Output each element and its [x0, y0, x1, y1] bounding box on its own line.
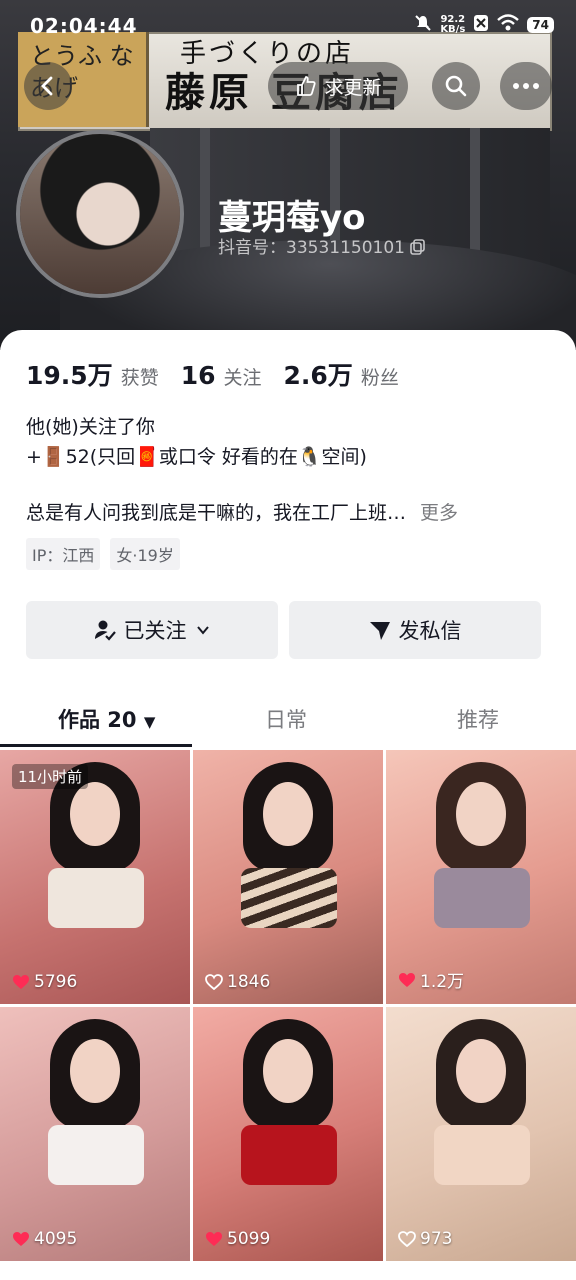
search-icon — [445, 75, 467, 97]
time-badge: 11小时前 — [12, 764, 89, 789]
stat-likes-num: 19.5万 — [26, 361, 113, 390]
tab-works-label: 作品 20 — [58, 708, 137, 732]
likes-count: 4095 — [12, 1229, 77, 1249]
tab-works[interactable]: 作品 20 ▼ — [58, 704, 155, 734]
stat-following-num: 16 — [180, 361, 216, 390]
battery-indicator: 74 — [527, 16, 554, 33]
bio: 他(她)关注了你 +🚪52(只回🧧或口令 好看的在🐧空间) — [26, 412, 367, 472]
likes-value: 1.2万 — [420, 972, 465, 992]
tag-gender-age: 女·19岁 — [110, 538, 180, 570]
more-button[interactable] — [500, 62, 552, 110]
back-button[interactable] — [24, 62, 72, 110]
likes-count: 5796 — [12, 972, 77, 992]
stat-likes-label: 获赞 — [120, 367, 159, 389]
video-thumb[interactable]: 11小时前 5796 — [0, 750, 190, 1004]
video-thumb[interactable]: 973 — [386, 1007, 576, 1261]
caret-down-icon: ▼ — [143, 713, 156, 731]
person-check-icon — [94, 620, 116, 641]
content-tabs: 作品 20 ▼ 日常 推荐 — [0, 688, 576, 748]
likes-count: 1846 — [205, 972, 270, 992]
bio-follows-you: 他(她)关注了你 — [26, 416, 155, 438]
avatar[interactable] — [16, 130, 184, 298]
status-bar: 02:04:44 92.2 KB/s 74 — [0, 12, 576, 42]
likes-value: 5796 — [34, 972, 78, 992]
video-thumb[interactable]: 1846 — [193, 750, 383, 1004]
stat-followers[interactable]: 2.6万 粉丝 — [284, 356, 399, 392]
likes-value: 973 — [420, 1229, 453, 1249]
tab-recommend[interactable]: 推荐 — [457, 704, 499, 734]
profile-name: 蔓玥莓yo — [218, 198, 366, 238]
chevron-down-icon — [196, 626, 209, 635]
thumb-icon — [297, 76, 317, 96]
stat-following-label: 关注 — [223, 367, 262, 389]
description: 总是有人问我到底是干嘛的，我在工厂上班… 更多 — [26, 498, 458, 525]
request-update-label: 求更新 — [324, 76, 382, 99]
profile-stats: 19.5万 获赞 16 关注 2.6万 粉丝 — [26, 356, 399, 392]
net-speed: 92.2 KB/s — [440, 14, 466, 35]
heart-outline-icon — [205, 974, 223, 990]
request-update-button[interactable]: 求更新 — [268, 62, 408, 110]
send-icon — [369, 622, 390, 640]
description-more-link[interactable]: 更多 — [420, 502, 458, 524]
stat-following[interactable]: 16 关注 — [181, 361, 262, 390]
stat-followers-label: 粉丝 — [360, 367, 399, 389]
net-speed-unit: KB/s — [440, 23, 466, 35]
data-off-icon — [473, 14, 489, 35]
likes-count: 973 — [398, 1229, 452, 1249]
followed-label: 已关注 — [123, 619, 187, 643]
followed-button[interactable]: 已关注 — [26, 601, 278, 659]
heart-filled-icon — [206, 1232, 222, 1246]
bio-line: +🚪52(只回🧧或口令 好看的在🐧空间) — [26, 446, 367, 468]
mute-icon — [414, 14, 432, 35]
tab-active-indicator — [0, 744, 192, 747]
description-text: 总是有人问我到底是干嘛的，我在工厂上班… — [26, 502, 407, 524]
stat-likes[interactable]: 19.5万 获赞 — [26, 356, 159, 392]
video-thumb[interactable]: 1.2万 — [386, 750, 576, 1004]
likes-count: 1.2万 — [398, 967, 464, 992]
wifi-icon — [497, 14, 520, 35]
video-thumb[interactable]: 5099 — [193, 1007, 383, 1261]
heart-filled-icon — [13, 1232, 29, 1246]
likes-value: 1846 — [227, 972, 271, 992]
chevron-left-icon — [41, 76, 53, 96]
profile-tags: IP：江西 女·19岁 — [26, 538, 180, 570]
heart-filled-icon — [13, 975, 29, 989]
douyin-id[interactable]: 抖音号：33531150101 — [218, 233, 426, 258]
video-thumb[interactable]: 4095 — [0, 1007, 190, 1261]
likes-value: 5099 — [227, 1229, 271, 1249]
stat-followers-num: 2.6万 — [283, 361, 353, 390]
heart-filled-icon — [399, 972, 415, 987]
status-time: 02:04:44 — [30, 14, 138, 38]
tab-daily[interactable]: 日常 — [265, 704, 307, 734]
douyin-id-text: 抖音号：33531150101 — [218, 238, 405, 258]
likes-value: 4095 — [34, 1229, 78, 1249]
heart-outline-icon — [398, 1231, 416, 1247]
tag-ip: IP：江西 — [26, 538, 101, 570]
likes-count: 5099 — [205, 1229, 270, 1249]
copy-icon[interactable] — [410, 239, 426, 255]
more-dots-icon — [513, 83, 539, 89]
send-message-label: 发私信 — [398, 619, 462, 643]
send-message-button[interactable]: 发私信 — [289, 601, 541, 659]
search-button[interactable] — [432, 62, 480, 110]
